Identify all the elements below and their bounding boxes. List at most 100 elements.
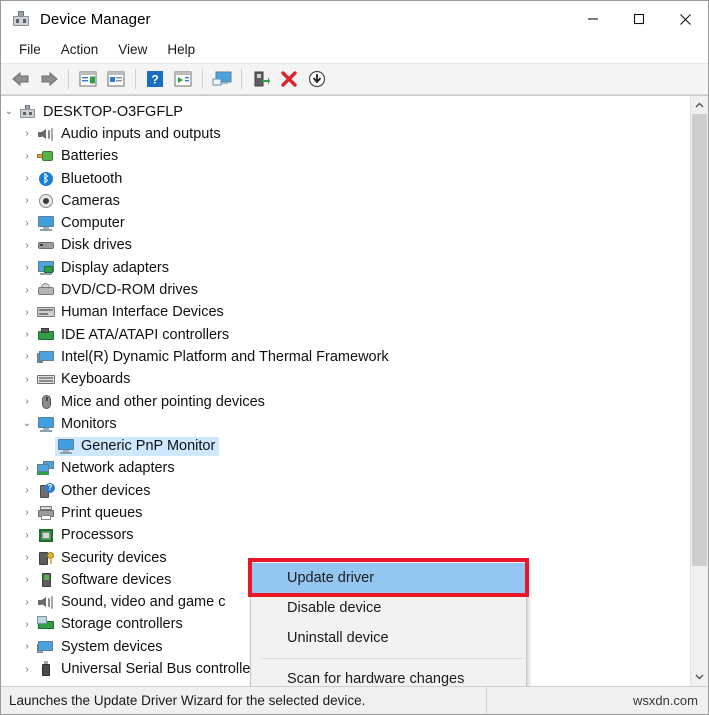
chevron-right-icon[interactable]: ›	[19, 463, 35, 474]
tree-root-label: DESKTOP-O3FGFLP	[43, 103, 183, 120]
tree-row-root[interactable]: ⌄ DESKTOP-O3FGFLP	[1, 101, 690, 123]
forward-button[interactable]	[35, 66, 63, 92]
chevron-right-icon[interactable]: ›	[19, 397, 35, 407]
back-button[interactable]	[7, 66, 35, 92]
tree-row-bluetooth[interactable]: › ᛒ Bluetooth	[1, 168, 690, 190]
chevron-right-icon[interactable]: ›	[19, 642, 35, 652]
tree-row-ide-controllers[interactable]: › IDE ATA/ATAPI controllers	[1, 324, 690, 346]
chevron-right-icon[interactable]: ›	[19, 530, 35, 541]
up-one-level-button[interactable]	[74, 66, 102, 92]
update-driver-button[interactable]	[169, 66, 197, 92]
toolbar-separator	[241, 69, 242, 89]
chevron-right-icon[interactable]: ›	[19, 352, 35, 362]
add-legacy-hardware-button[interactable]	[247, 66, 275, 92]
tree-item-label: IDE ATA/ATAPI controllers	[61, 326, 230, 343]
tree-row-processors[interactable]: › Processors	[1, 525, 690, 547]
tree-row-computer[interactable]: › Computer	[1, 212, 690, 234]
tree-item-label: Disk drives	[61, 237, 132, 254]
chevron-right-icon[interactable]: ›	[19, 330, 35, 340]
tree-row-display-adapters[interactable]: › Display adapters	[1, 257, 690, 279]
disable-device-button[interactable]	[303, 66, 331, 92]
tree-row-hid[interactable]: › Human Interface Devices	[1, 302, 690, 324]
scroll-down-button[interactable]	[691, 668, 708, 686]
menu-file[interactable]: File	[9, 39, 51, 61]
toolbar-separator	[202, 69, 203, 89]
chevron-right-icon[interactable]: ›	[19, 307, 35, 318]
tree-item-label: Display adapters	[61, 259, 169, 276]
camera-icon	[37, 193, 55, 209]
tree-row-intel-platform[interactable]: › Intel(R) Dynamic Platform and Thermal …	[1, 346, 690, 368]
chevron-right-icon[interactable]: ›	[19, 240, 35, 251]
chevron-right-icon[interactable]: ›	[19, 174, 35, 184]
scrollbar-track[interactable]	[691, 114, 708, 668]
device-tree[interactable]: ⌄ DESKTOP-O3FGFLP › Audio inputs and out…	[1, 96, 690, 686]
chevron-down-icon[interactable]: ⌄	[1, 107, 17, 117]
chevron-right-icon[interactable]: ›	[19, 575, 35, 585]
chevron-down-icon[interactable]: ⌄	[19, 419, 35, 429]
tree-item-label: Bluetooth	[61, 170, 123, 187]
tree-item-label: Universal Serial Bus controllers	[61, 661, 263, 678]
chevron-right-icon[interactable]: ›	[19, 508, 35, 518]
tree-row-keyboards[interactable]: › Keyboards	[1, 369, 690, 391]
chevron-right-icon[interactable]: ›	[19, 486, 35, 496]
tree-item-label: Network adapters	[61, 460, 175, 477]
tree-item-label: DVD/CD-ROM drives	[61, 282, 198, 299]
tree-row-network-adapters[interactable]: › Network adapters	[1, 458, 690, 480]
chevron-right-icon[interactable]: ›	[19, 196, 35, 206]
ide-controller-icon	[37, 327, 55, 343]
tree-item-label: Keyboards	[61, 371, 131, 388]
chevron-right-icon[interactable]: ›	[19, 553, 35, 563]
tree-row-generic-pnp-monitor[interactable]: Generic PnP Monitor	[1, 435, 690, 457]
chevron-right-icon[interactable]: ›	[19, 374, 35, 385]
help-button[interactable]: ?	[141, 66, 169, 92]
maximize-button[interactable]	[616, 1, 662, 37]
svg-text:?: ?	[151, 73, 158, 87]
tree-row-batteries[interactable]: › Batteries	[1, 146, 690, 168]
context-menu-item-scan-hardware-changes[interactable]: Scan for hardware changes	[251, 664, 526, 686]
tree-row-monitors[interactable]: ⌄ Monitors	[1, 413, 690, 435]
vertical-scrollbar[interactable]	[690, 96, 708, 686]
tree-row-cameras[interactable]: › Cameras	[1, 190, 690, 212]
chevron-right-icon[interactable]: ›	[19, 285, 35, 296]
tree-row-disk-drives[interactable]: › Disk drives	[1, 235, 690, 257]
system-device-icon	[37, 639, 55, 655]
chevron-right-icon[interactable]: ›	[19, 619, 35, 630]
context-menu-item-disable-device[interactable]: Disable device	[251, 593, 526, 623]
tree-row-dvd-drives[interactable]: › DVD/CD-ROM drives	[1, 279, 690, 301]
menu-view[interactable]: View	[108, 39, 157, 61]
chevron-right-icon[interactable]: ›	[19, 263, 35, 273]
title-bar: Device Manager	[1, 1, 708, 37]
scan-hardware-button[interactable]	[208, 66, 236, 92]
context-menu-item-uninstall-device[interactable]: Uninstall device	[251, 623, 526, 653]
tree-row-other-devices[interactable]: › ? Other devices	[1, 480, 690, 502]
uninstall-device-button[interactable]	[275, 66, 303, 92]
watermark-text: wsxdn.com	[632, 693, 698, 708]
toolbar: ?	[1, 64, 708, 95]
menu-action[interactable]: Action	[51, 39, 109, 61]
chevron-right-icon[interactable]: ›	[19, 151, 35, 162]
chevron-right-icon[interactable]: ›	[19, 129, 35, 139]
content-area: ⌄ DESKTOP-O3FGFLP › Audio inputs and out…	[1, 95, 708, 686]
scrollbar-thumb[interactable]	[692, 114, 707, 566]
toolbar-separator	[68, 69, 69, 89]
menu-help[interactable]: Help	[157, 39, 205, 61]
scroll-up-button[interactable]	[691, 96, 708, 114]
tree-row-audio[interactable]: › Audio inputs and outputs	[1, 123, 690, 145]
properties-button[interactable]	[102, 66, 130, 92]
tree-row-print-queues[interactable]: › Print queues	[1, 502, 690, 524]
tree-row-mice[interactable]: › Mice and other pointing devices	[1, 391, 690, 413]
context-menu-item-update-driver[interactable]: Update driver	[251, 563, 526, 593]
minimize-button[interactable]	[570, 1, 616, 37]
intel-platform-icon	[37, 349, 55, 365]
speaker-icon	[37, 126, 55, 142]
chevron-right-icon[interactable]: ›	[19, 597, 35, 608]
status-bar: Launches the Update Driver Wizard for th…	[1, 686, 708, 714]
speaker-icon	[37, 594, 55, 610]
context-menu[interactable]: Update driver Disable device Uninstall d…	[250, 560, 527, 686]
chevron-right-icon[interactable]: ›	[19, 664, 35, 675]
mouse-icon	[37, 394, 55, 410]
unknown-device-icon: ?	[37, 482, 55, 499]
chevron-right-icon[interactable]: ›	[19, 218, 35, 229]
close-button[interactable]	[662, 1, 708, 37]
printer-icon	[37, 505, 55, 521]
